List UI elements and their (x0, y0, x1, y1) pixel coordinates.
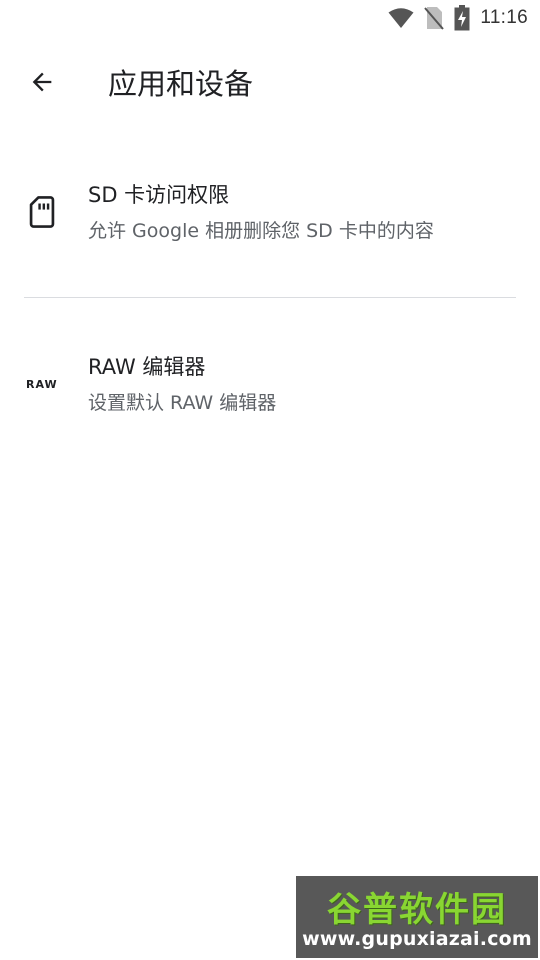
raw-icon: RAW (26, 374, 58, 394)
watermark-url: www.gupuxiazai.com (302, 928, 532, 950)
status-bar: 11:16 (0, 0, 540, 36)
sd-card-icon (26, 196, 58, 228)
item-title: SD 卡访问权限 (88, 183, 230, 207)
app-bar: 应用和设备 (0, 44, 540, 124)
battery-charging-icon (454, 5, 470, 31)
status-time: 11:16 (480, 7, 528, 28)
watermark: 谷普软件园 www.gupuxiazai.com (296, 876, 538, 958)
raw-icon-label: RAW (26, 377, 58, 391)
back-button[interactable] (18, 60, 66, 108)
divider (24, 297, 516, 298)
item-title: RAW 编辑器 (88, 355, 206, 379)
watermark-brand: 谷普软件园 (327, 890, 507, 930)
no-sim-icon (424, 6, 445, 30)
raw-editor-item[interactable]: RAW RAW 编辑器 设置默认 RAW 编辑器 (0, 332, 540, 432)
sd-card-access-item[interactable]: SD 卡访问权限 允许 Google 相册删除您 SD 卡中的内容 (0, 160, 540, 280)
item-subtitle: 设置默认 RAW 编辑器 (88, 392, 277, 414)
item-subtitle: 允许 Google 相册删除您 SD 卡中的内容 (88, 220, 434, 242)
status-icons: 11:16 (388, 4, 528, 32)
page-title: 应用和设备 (108, 67, 254, 101)
wifi-icon (388, 7, 414, 29)
screen: 11:16 应用和设备 SD 卡访问权限 允许 Google 相册删除您 SD … (0, 0, 540, 960)
arrow-back-icon (28, 68, 56, 100)
